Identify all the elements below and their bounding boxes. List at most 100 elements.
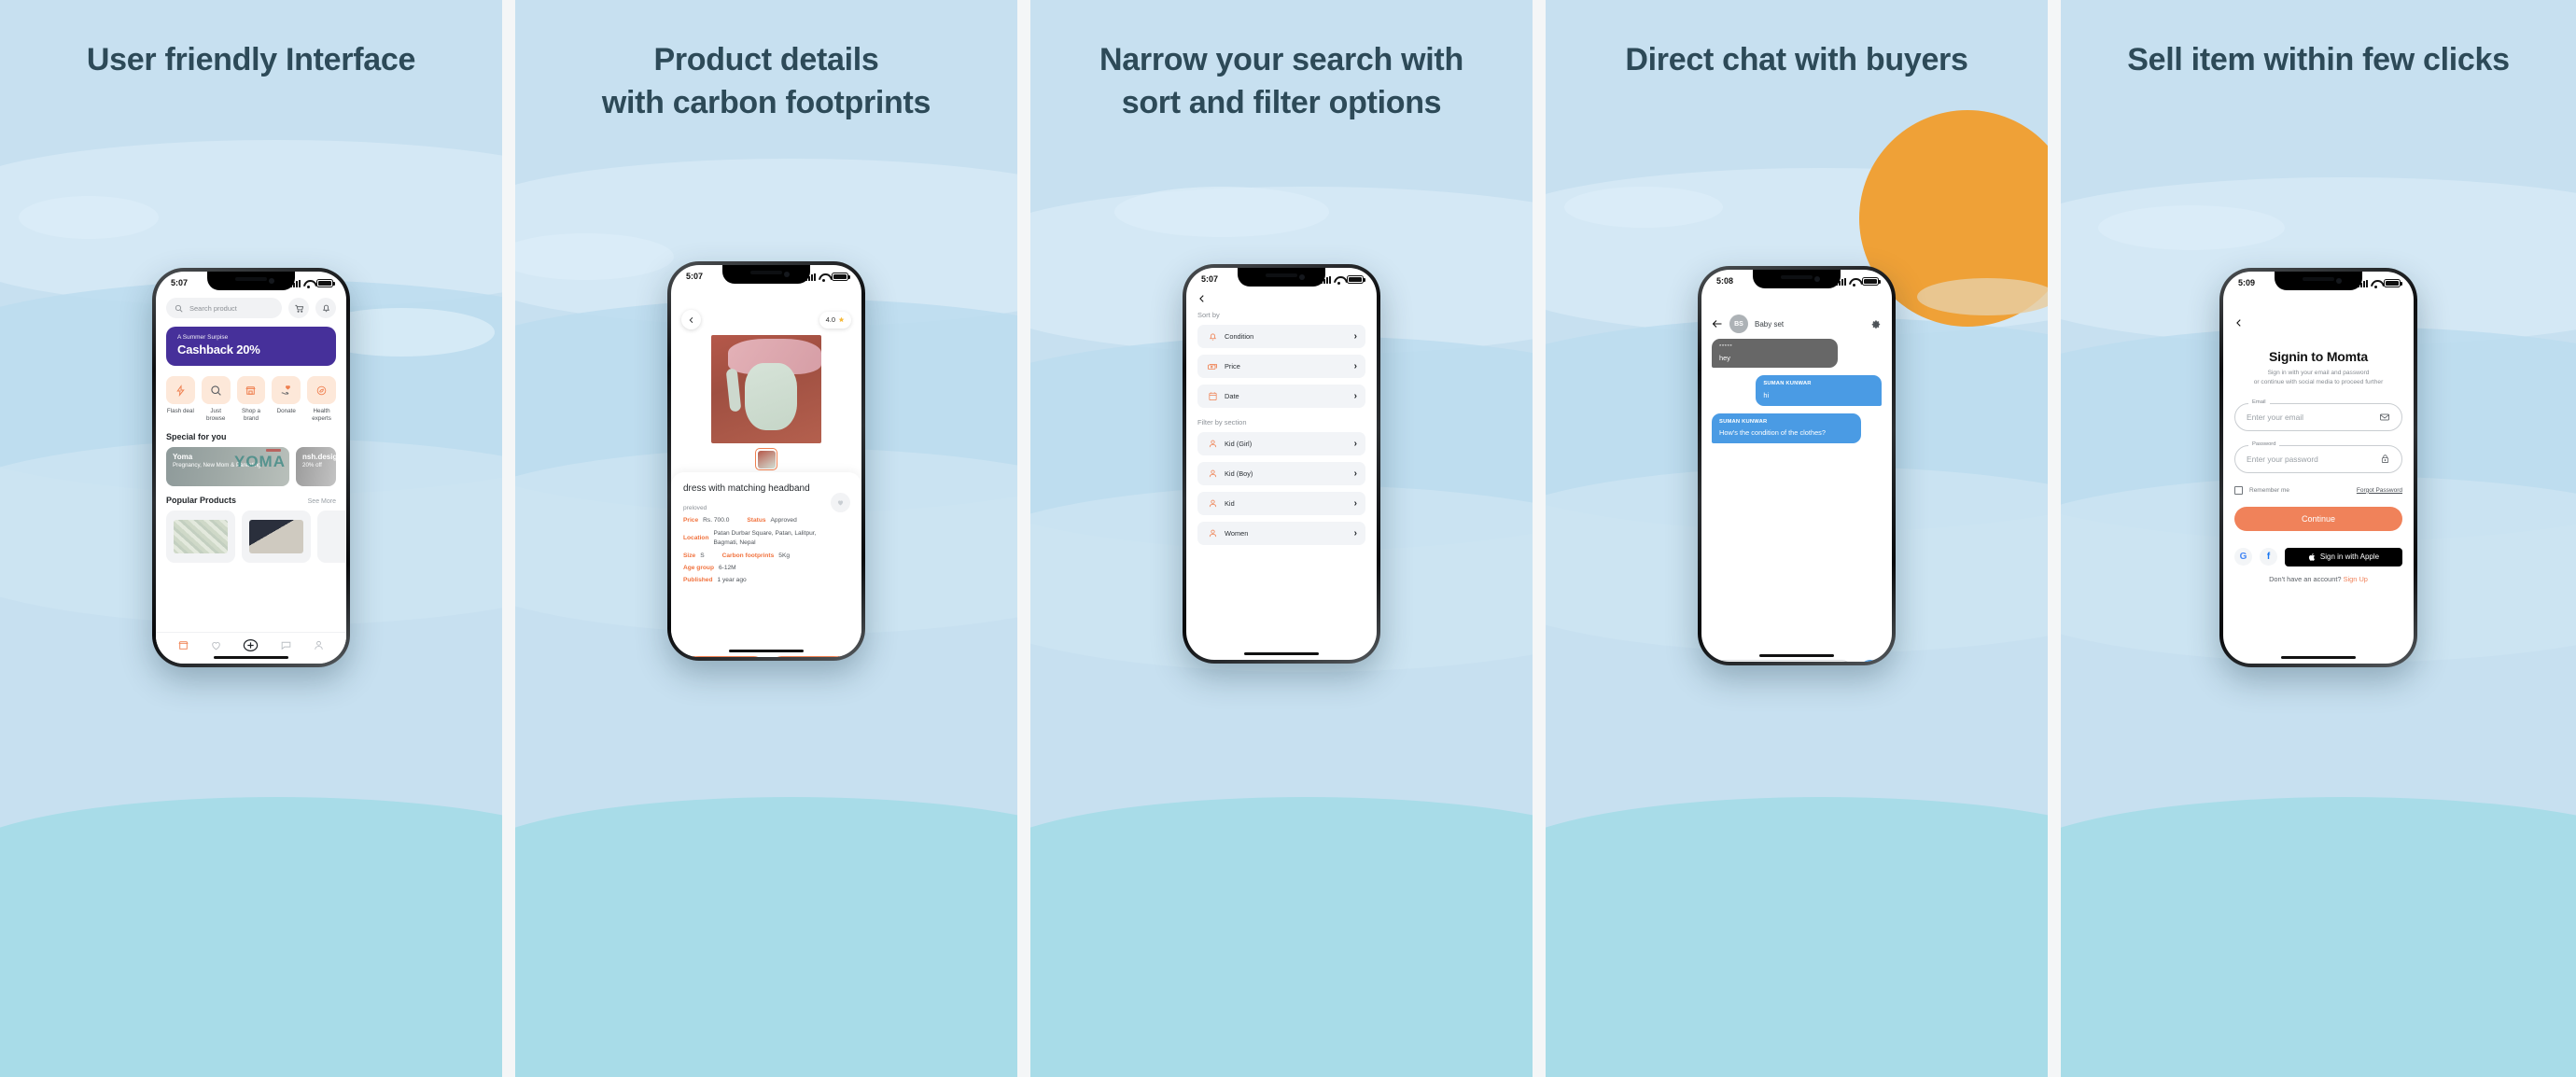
page-title: Signin to Momta bbox=[2269, 349, 2368, 364]
message-input[interactable]: Send a message... bbox=[1712, 660, 1853, 662]
make-an-offer-button[interactable]: MAKE AN OFFER bbox=[683, 656, 764, 657]
chat-bubble-incoming: ***** hey bbox=[1712, 339, 1838, 369]
promo-name: nsh.design bbox=[302, 453, 336, 462]
calendar-icon bbox=[1208, 392, 1217, 400]
filter-option-kid-girl[interactable]: Kid (Girl) › bbox=[1197, 432, 1365, 455]
google-signin-button[interactable]: G bbox=[2234, 548, 2252, 566]
promo-carousel: YOMA Yoma Pregnancy, New Mom & Parenting… bbox=[166, 447, 336, 487]
sort-option-price[interactable]: Price › bbox=[1197, 355, 1365, 378]
banner-title: Cashback 20% bbox=[177, 343, 260, 357]
remember-me-option[interactable]: Remember me bbox=[2234, 485, 2289, 495]
filter-screen: Sort by Condition › Price › Date › Filte… bbox=[1186, 288, 1377, 660]
favorite-button[interactable] bbox=[831, 493, 850, 512]
filter-option-label: Kid bbox=[1225, 499, 1235, 508]
filter-option-women[interactable]: Women › bbox=[1197, 522, 1365, 545]
password-field[interactable]: Password Enter your password bbox=[2234, 441, 2402, 473]
chat-text: How's the condition of the clothes? bbox=[1719, 427, 1826, 437]
back-button[interactable] bbox=[681, 310, 701, 329]
promo-card-yoma[interactable]: YOMA Yoma Pregnancy, New Mom & Parenting bbox=[166, 447, 289, 487]
notch bbox=[722, 265, 810, 284]
email-field[interactable]: Email Enter your email bbox=[2234, 399, 2402, 431]
sort-option-label: Condition bbox=[1225, 332, 1254, 341]
chevron-left-icon bbox=[1199, 295, 1204, 302]
notifications-button[interactable] bbox=[315, 298, 336, 318]
signup-link[interactable]: Sign Up bbox=[2344, 575, 2368, 583]
product-detail-screen: 4.0 dress with matching headband prelove… bbox=[671, 306, 861, 657]
back-button[interactable] bbox=[2234, 317, 2402, 329]
plus-circle-icon[interactable] bbox=[242, 636, 259, 654]
product-card[interactable] bbox=[242, 511, 311, 564]
product-title: dress with matching headband bbox=[683, 483, 810, 494]
detail-key: Status bbox=[747, 517, 766, 524]
filter-option-label: Kid (Boy) bbox=[1225, 469, 1253, 478]
gear-icon[interactable] bbox=[1871, 319, 1882, 329]
envelope-icon bbox=[2380, 413, 2389, 421]
detail-key: Carbon footprints bbox=[721, 552, 775, 560]
detail-row-age: Age group 6-12M bbox=[683, 565, 849, 571]
status-time: 5:07 bbox=[171, 278, 189, 287]
detail-value: Approved bbox=[770, 517, 797, 524]
google-icon: G bbox=[2239, 552, 2247, 563]
apple-signin-label: Sign in with Apple bbox=[2319, 552, 2380, 562]
see-more-link[interactable]: See More bbox=[308, 498, 336, 505]
status-time: 5:08 bbox=[1716, 276, 1734, 286]
product-condition: preloved bbox=[683, 505, 707, 511]
filter-option-kid-boy[interactable]: Kid (Boy) › bbox=[1197, 462, 1365, 485]
chevron-right-icon: › bbox=[1353, 497, 1357, 509]
person-icon[interactable] bbox=[313, 639, 325, 651]
social-signin-row: G f Sign in with Apple bbox=[2234, 547, 2402, 566]
send-button[interactable] bbox=[1859, 660, 1882, 662]
forgot-password-link[interactable]: Forgot Password bbox=[2357, 487, 2402, 494]
category-just-browse[interactable]: Just browse bbox=[201, 376, 231, 423]
phone-mockup: 5:08 BS Baby set ***** hey SUMAN KUNWAR … bbox=[1698, 266, 1896, 665]
page-subtitle: Sign in with your email and password or … bbox=[2253, 370, 2384, 385]
notch bbox=[1238, 268, 1325, 287]
screenshot-gallery: User friendly Interface 5:07 Search prod… bbox=[0, 0, 2576, 1077]
product-card[interactable] bbox=[166, 511, 235, 564]
heart-icon bbox=[837, 500, 844, 506]
filter-option-kid[interactable]: Kid › bbox=[1197, 492, 1365, 515]
flash-icon bbox=[176, 384, 185, 397]
facebook-signin-button[interactable]: f bbox=[2260, 548, 2277, 566]
chevron-right-icon: › bbox=[1353, 390, 1357, 401]
chevron-left-icon bbox=[689, 316, 693, 323]
add-to-bag-button[interactable]: ADD TO BAG bbox=[770, 656, 849, 657]
rating-badge: 4.0 bbox=[819, 311, 851, 329]
person-icon bbox=[1209, 499, 1216, 508]
promo-card-nsh[interactable]: nsh.design 20% off bbox=[296, 447, 336, 487]
money-icon bbox=[1208, 363, 1217, 370]
apple-signin-button[interactable]: Sign in with Apple bbox=[2285, 547, 2402, 566]
sort-option-date[interactable]: Date › bbox=[1197, 385, 1365, 408]
back-button[interactable] bbox=[1197, 293, 1365, 304]
home-indicator bbox=[1244, 651, 1319, 655]
chat-title: Baby set bbox=[1755, 319, 1785, 329]
leaf-badge-icon bbox=[316, 385, 327, 395]
battery-icon bbox=[832, 272, 850, 281]
heart-icon[interactable] bbox=[210, 639, 222, 651]
home-indicator bbox=[729, 649, 804, 652]
person-icon bbox=[1209, 440, 1216, 448]
chat-icon[interactable] bbox=[280, 639, 292, 651]
arrow-left-icon[interactable] bbox=[1712, 318, 1723, 329]
continue-button[interactable]: Continue bbox=[2234, 506, 2402, 531]
search-input[interactable]: Search product bbox=[166, 298, 282, 318]
home-screen: Search product A Summer Surpise Cashback… bbox=[156, 292, 346, 664]
thumbnail-selected[interactable] bbox=[755, 448, 777, 470]
cart-button[interactable] bbox=[288, 298, 309, 318]
notch bbox=[2275, 272, 2362, 290]
panel-headline: Product details with carbon footprints bbox=[601, 42, 931, 120]
category-health-experts[interactable]: Health experts bbox=[307, 376, 336, 423]
cashback-banner[interactable]: A Summer Surpise Cashback 20% bbox=[166, 327, 336, 366]
notch bbox=[207, 272, 295, 290]
category-donate[interactable]: Donate bbox=[272, 376, 301, 423]
sort-option-label: Date bbox=[1225, 392, 1239, 400]
sort-option-condition[interactable]: Condition › bbox=[1197, 325, 1365, 348]
category-shop-a-brand[interactable]: Shop a brand bbox=[236, 376, 266, 423]
product-card[interactable] bbox=[317, 511, 346, 564]
remember-me-checkbox[interactable] bbox=[2234, 485, 2243, 495]
facebook-icon: f bbox=[2266, 552, 2271, 563]
store-icon[interactable] bbox=[177, 639, 189, 651]
category-flash-deal[interactable]: Flash deal bbox=[166, 376, 195, 423]
product-photo[interactable] bbox=[711, 335, 821, 443]
chat-text: hey bbox=[1719, 353, 1730, 362]
